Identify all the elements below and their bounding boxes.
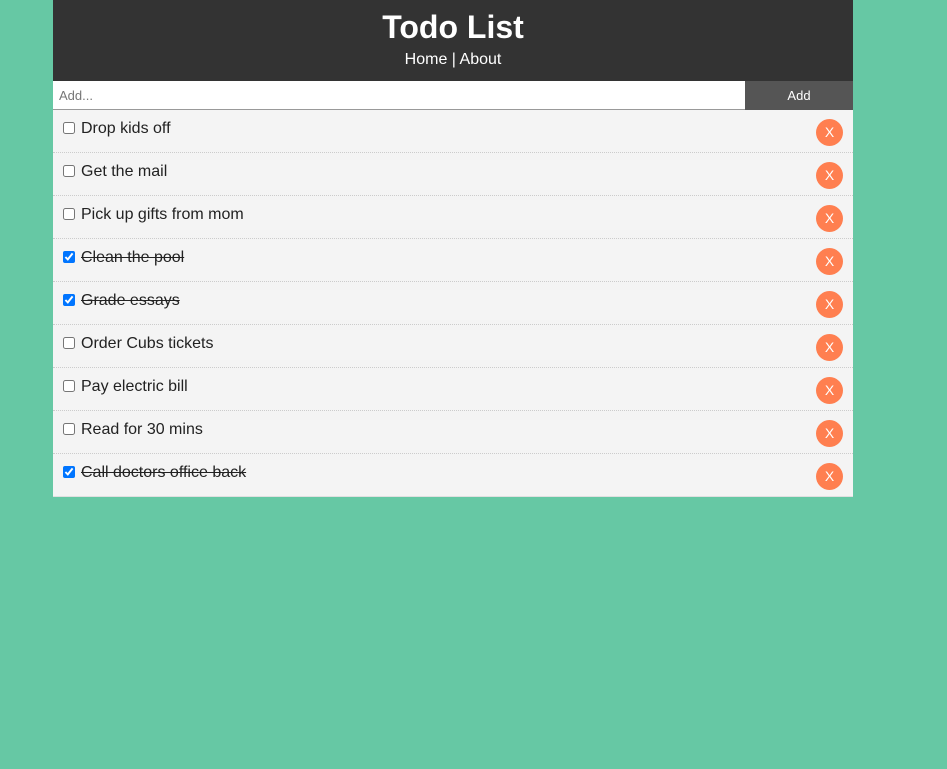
todo-list: Drop kids off X Get the mail X Pick up g…: [53, 110, 853, 497]
main-nav: Home | About: [53, 49, 853, 71]
todo-checkbox[interactable]: [63, 251, 75, 263]
add-todo-input[interactable]: [53, 81, 745, 110]
todo-item: Read for 30 mins X: [53, 411, 853, 454]
todo-title: Drop kids off: [81, 120, 171, 137]
delete-button[interactable]: X: [816, 462, 843, 490]
todo-title: Grade essays: [81, 292, 180, 309]
todo-checkbox[interactable]: [63, 294, 75, 306]
todo-checkbox[interactable]: [63, 337, 75, 349]
todo-item: Call doctors office back X: [53, 454, 853, 497]
delete-button[interactable]: X: [816, 247, 843, 275]
todo-item: Pay electric bill X: [53, 368, 853, 411]
todo-checkbox[interactable]: [63, 423, 75, 435]
todo-title: Pick up gifts from mom: [81, 206, 244, 223]
delete-button[interactable]: X: [816, 161, 843, 189]
nav-separator: |: [451, 51, 456, 68]
todo-checkbox[interactable]: [63, 208, 75, 220]
todo-item: Pick up gifts from mom X: [53, 196, 853, 239]
todo-checkbox[interactable]: [63, 122, 75, 134]
todo-item: Order Cubs tickets X: [53, 325, 853, 368]
todo-title: Get the mail: [81, 163, 168, 180]
todo-item: Drop kids off X: [53, 110, 853, 153]
page-title: Todo List: [382, 9, 524, 45]
todo-app: Todo List Home | About Add Drop kids off…: [53, 0, 853, 497]
todo-title: Read for 30 mins: [81, 421, 203, 438]
add-todo-form: Add: [53, 81, 853, 110]
todo-item: Get the mail X: [53, 153, 853, 196]
delete-button[interactable]: X: [816, 333, 843, 361]
delete-button[interactable]: X: [816, 204, 843, 232]
nav-link-about[interactable]: About: [460, 51, 502, 68]
todo-checkbox[interactable]: [63, 380, 75, 392]
todo-checkbox[interactable]: [63, 165, 75, 177]
todo-title: Order Cubs tickets: [81, 335, 214, 352]
delete-button[interactable]: X: [816, 118, 843, 146]
todo-item: Clean the pool X: [53, 239, 853, 282]
delete-button[interactable]: X: [816, 290, 843, 318]
todo-item: Grade essays X: [53, 282, 853, 325]
todo-title: Call doctors office back: [81, 464, 247, 481]
delete-button[interactable]: X: [816, 376, 843, 404]
todo-title: Clean the pool: [81, 249, 185, 266]
app-header: Todo List Home | About: [53, 0, 853, 81]
todo-checkbox[interactable]: [63, 466, 75, 478]
nav-link-home[interactable]: Home: [405, 51, 448, 68]
add-button[interactable]: Add: [745, 81, 853, 110]
delete-button[interactable]: X: [816, 419, 843, 447]
todo-title: Pay electric bill: [81, 378, 188, 395]
